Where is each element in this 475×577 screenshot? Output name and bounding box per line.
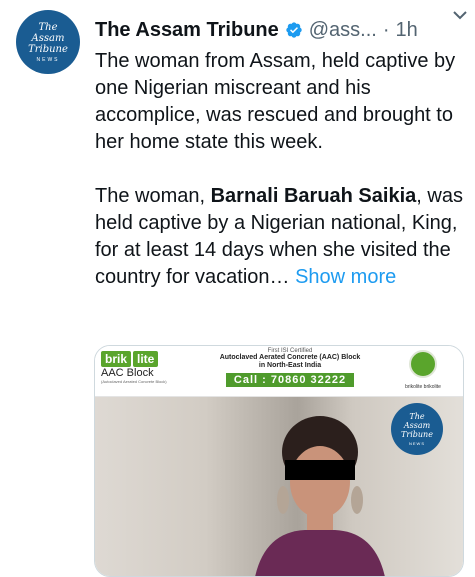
tweet-paragraph-2: The woman, Barnali Baruah Saikia, was he… xyxy=(95,183,467,291)
news-photo: The Assam Tribune NEWS xyxy=(95,397,463,576)
ad-product: AAC Block xyxy=(101,367,154,379)
account-avatar[interactable]: The Assam Tribune NEWS xyxy=(16,10,80,74)
avatar-line-the: The xyxy=(38,21,58,33)
victim-name: Barnali Baruah Saikia xyxy=(210,185,417,207)
tweet-timestamp[interactable]: 1h xyxy=(396,19,418,42)
stamp-line-assam: Assam xyxy=(403,421,431,430)
ad-headline-1: Autoclaved Aerated Concrete (AAC) Block xyxy=(219,354,361,361)
tweet-media-image[interactable]: brik lite AAC Block (Autoclaved Aerated C… xyxy=(94,345,464,577)
verified-badge-icon xyxy=(285,21,303,39)
tweet-paragraph-1: The woman from Assam, held captive by on… xyxy=(95,50,456,153)
brand-right: lite xyxy=(133,351,159,367)
tweet-body: The woman from Assam, held captive by on… xyxy=(95,48,467,291)
ad-center: First ISI Certified Autoclaved Aerated C… xyxy=(205,348,375,388)
account-handle[interactable]: @ass... xyxy=(309,19,377,42)
tweet-header: The Assam Tribune @ass... · 1h xyxy=(95,14,465,46)
brand-left: brik xyxy=(101,351,132,367)
ad-headline-2: in North-East India xyxy=(258,362,322,369)
ad-call-number: Call : 70860 32222 xyxy=(225,373,355,387)
more-options-icon[interactable] xyxy=(449,4,471,26)
ad-social-handles: brikolite brikolite xyxy=(405,384,441,390)
header-separator: · xyxy=(382,18,390,41)
woman-photo-figure xyxy=(255,416,385,576)
assam-tribune-watermark: The Assam Tribune NEWS xyxy=(391,403,443,455)
avatar-line-news: NEWS xyxy=(36,56,60,63)
avatar-line-tribune: Tribune xyxy=(28,43,68,55)
block-icon xyxy=(409,350,437,378)
ad-product-sub: (Autoclaved Aerated Concrete Block) xyxy=(101,379,167,384)
ad-banner: brik lite AAC Block (Autoclaved Aerated C… xyxy=(95,346,463,397)
show-more-link[interactable]: Show more xyxy=(295,266,396,288)
stamp-line-the: The xyxy=(409,412,425,421)
avatar-line-assam: Assam xyxy=(31,32,65,44)
brikolite-logo: brik lite AAC Block (Autoclaved Aerated C… xyxy=(101,350,171,384)
ad-right: brikolite brikolite xyxy=(389,350,457,390)
stamp-line-news: NEWS xyxy=(409,441,425,446)
account-name[interactable]: The Assam Tribune xyxy=(95,19,279,42)
paragraph-2-prefix: The woman, xyxy=(95,185,211,207)
stamp-line-tribune: Tribune xyxy=(401,430,433,439)
